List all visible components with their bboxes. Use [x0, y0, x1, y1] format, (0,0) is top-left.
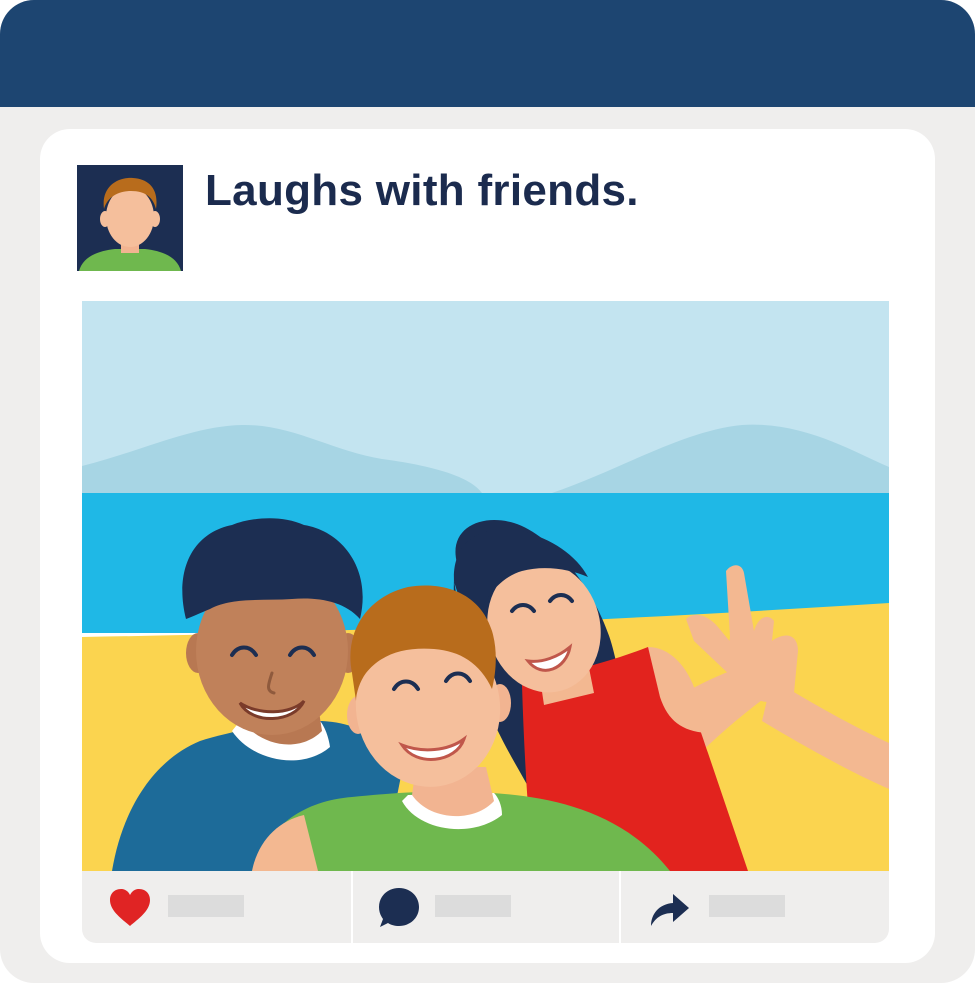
comment-count-placeholder — [435, 895, 511, 917]
post-actions-bar — [82, 871, 889, 943]
like-button[interactable] — [82, 871, 350, 943]
post-photo[interactable] — [82, 301, 889, 871]
avatar-image — [77, 165, 183, 271]
comment-button[interactable] — [351, 871, 620, 943]
avatar[interactable] — [77, 165, 183, 271]
share-count-placeholder — [709, 895, 785, 917]
app-window: Laughs with friends. — [0, 0, 975, 983]
beach-selfie-illustration — [82, 301, 889, 871]
title-bar — [0, 0, 975, 107]
share-arrow-icon — [651, 894, 689, 926]
share-button[interactable] — [619, 871, 891, 943]
like-count-placeholder — [168, 895, 244, 917]
heart-icon — [110, 889, 150, 926]
post-caption: Laughs with friends. — [205, 166, 639, 215]
speech-bubble-icon — [379, 888, 419, 927]
